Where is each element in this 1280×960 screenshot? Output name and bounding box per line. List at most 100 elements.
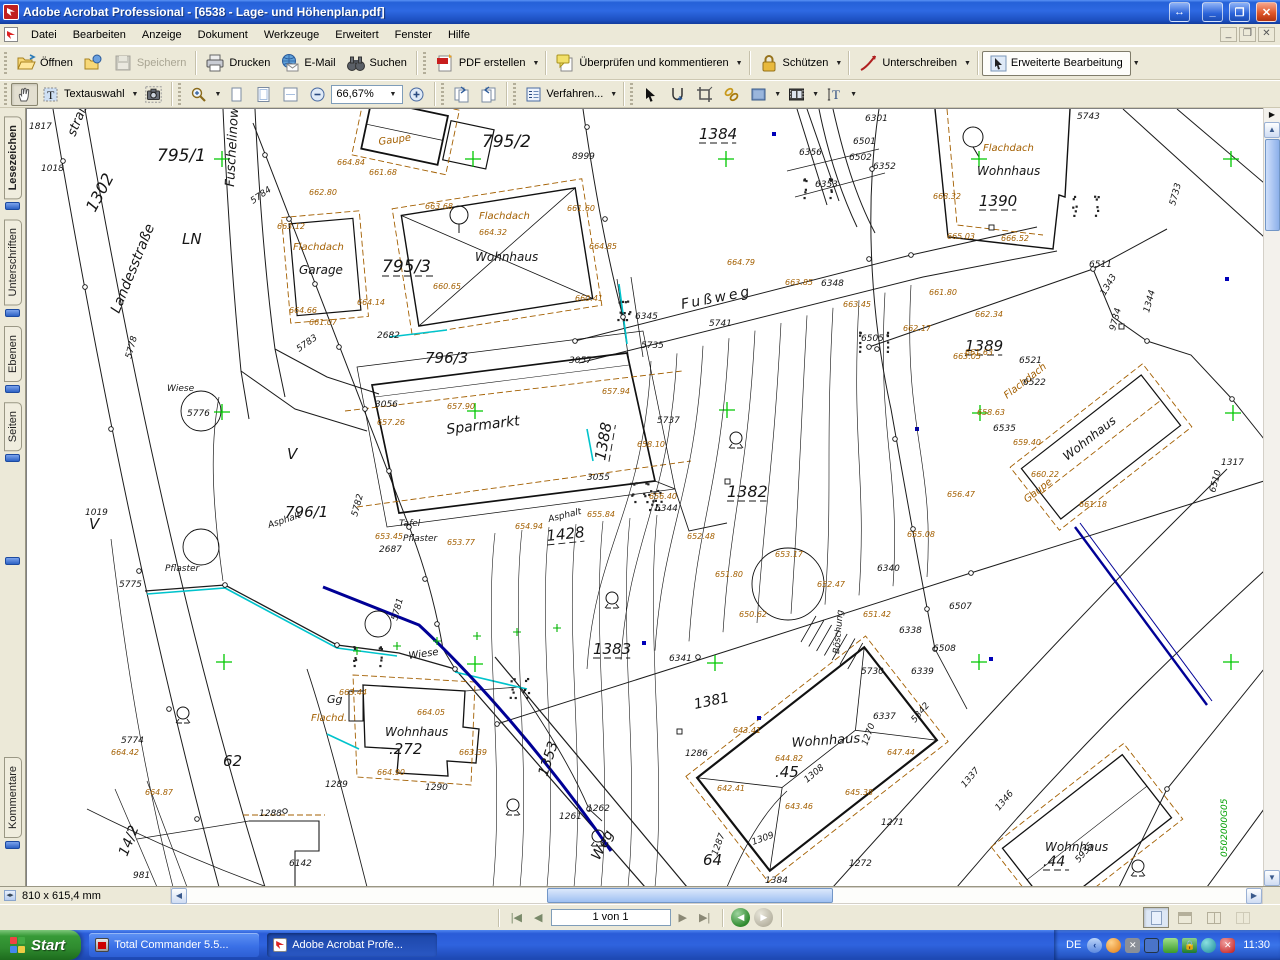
sign-dropdown[interactable]: ▼ [962,58,973,69]
movie-tool-button[interactable] [783,83,810,106]
zoom-level-dropdown[interactable]: ▼ [387,89,398,100]
previous-view-circle-button[interactable]: ◀ [731,908,750,927]
next-view-circle-button[interactable]: ▶ [754,908,773,927]
toolbar-grip[interactable] [630,83,633,105]
organizer-button[interactable] [78,50,108,76]
taskbar-item-total-commander[interactable]: Total Commander 5.5... [89,933,259,957]
menu-item-bearbeiten[interactable]: Bearbeiten [65,26,134,44]
select-object-button[interactable] [637,83,664,106]
create-pdf-button[interactable]: PDF erstellen [430,50,531,76]
sidebar-tab-lesezeichen[interactable]: Lesezeichen [4,116,22,199]
pane-splitter-icon[interactable]: ◂▸ [4,890,16,901]
previous-view-button[interactable] [448,83,475,106]
process-button[interactable]: Verfahren... [520,83,608,106]
horizontal-scroll-track[interactable] [187,888,1246,903]
tab-grip[interactable] [5,202,20,210]
open-button[interactable]: Öffnen [11,50,78,76]
hide-icons-chevron[interactable]: ‹ [1087,938,1102,953]
vertical-scrollbar[interactable]: ▶ ▲ ▼ [1263,108,1280,886]
review-comment-button[interactable]: Überprüfen und kommentieren [550,50,733,76]
next-page-button[interactable]: ▶ [675,910,691,925]
page-number-field[interactable]: 1 von 1 [551,909,671,926]
site-plan-page[interactable]: 795/11302795/21384795/3796/313881382796/… [27,109,1263,886]
email-button[interactable]: E-Mail [275,50,340,76]
next-view-button[interactable] [475,83,502,106]
save-button[interactable]: Speichern [108,50,192,76]
single-page-layout-button[interactable] [1143,907,1169,928]
touchup-text-dropdown[interactable]: ▼ [848,89,859,100]
taskbar-item-acrobat[interactable]: Adobe Acrobat Profe... [267,933,437,957]
tray-icon-update[interactable] [1201,938,1216,953]
document-viewport[interactable]: 795/11302795/21384795/3796/313881382796/… [26,108,1263,886]
text-select-dropdown[interactable]: ▼ [130,89,141,100]
tab-grip[interactable] [5,454,20,462]
toolbar-grip[interactable] [423,52,426,74]
mdi-restore-button[interactable]: ❐ [1239,27,1256,42]
actual-size-button[interactable] [223,83,250,106]
toolbar-grip[interactable] [4,52,7,74]
toolbar-overflow-icon[interactable]: ▶ [1265,108,1280,122]
title-bar[interactable]: Adobe Acrobat Professional - [6538 - Lag… [0,0,1280,24]
sidebar-tab-kommentare[interactable]: Kommentare [4,757,22,838]
fit-page-button[interactable] [250,83,277,106]
search-button[interactable]: Suchen [341,50,412,76]
scroll-up-button[interactable]: ▲ [1264,122,1280,138]
protect-dropdown[interactable]: ▼ [833,58,844,69]
previous-page-button[interactable]: ◀ [530,910,546,925]
advanced-editing-dropdown[interactable]: ▼ [1131,58,1142,69]
close-button[interactable]: ✕ [1256,2,1277,22]
tray-icon-orange[interactable] [1106,938,1121,953]
create-pdf-dropdown[interactable]: ▼ [530,58,541,69]
vertical-scroll-thumb[interactable] [1265,139,1280,231]
tab-grip[interactable] [5,841,20,849]
toolbar-grip[interactable] [178,83,181,105]
mdi-close-button[interactable]: ✕ [1258,27,1275,42]
last-page-button[interactable]: ▶| [695,910,714,925]
sign-button[interactable]: Unterschreiben [853,50,962,76]
menu-item-werkzeuge[interactable]: Werkzeuge [256,26,327,44]
scroll-right-button[interactable]: ▶ [1246,888,1262,904]
continuous-layout-button[interactable] [1172,907,1198,928]
sidebar-tab-unterschriften[interactable]: Unterschriften [4,219,22,305]
zoom-tool-button[interactable] [185,83,212,106]
menu-item-anzeige[interactable]: Anzeige [134,26,190,44]
tab-grip[interactable] [5,557,20,565]
tray-icon-shield-lock[interactable]: 🔒 [1182,938,1197,953]
window-arrows-button[interactable]: ↔ [1169,2,1190,22]
menu-item-fenster[interactable]: Fenster [387,26,440,44]
text-select-button[interactable]: T Textauswahl [38,83,130,106]
menu-item-erweitert[interactable]: Erweitert [327,26,386,44]
continuous-facing-layout-button[interactable] [1201,907,1227,928]
zoom-out-button[interactable] [304,83,331,106]
print-button[interactable]: Drucken [200,50,275,76]
menu-item-dokument[interactable]: Dokument [190,26,256,44]
minimize-button[interactable]: _ [1202,2,1223,22]
tray-icon-network[interactable] [1144,938,1159,953]
zoom-tool-dropdown[interactable]: ▼ [212,89,223,100]
tab-grip[interactable] [5,309,20,317]
language-indicator[interactable]: DE [1066,939,1083,951]
form-field-button[interactable] [745,83,772,106]
tab-grip[interactable] [5,385,20,393]
movie-tool-dropdown[interactable]: ▼ [810,89,821,100]
touchup-text-button[interactable]: T [821,83,848,106]
zoom-in-button[interactable] [403,83,430,106]
menu-item-hilfe[interactable]: Hilfe [440,26,478,44]
snapshot-button[interactable] [140,83,167,106]
link-tool-button[interactable] [718,83,745,106]
toolbar-grip[interactable] [513,83,516,105]
facing-layout-button[interactable] [1230,907,1256,928]
zoom-level-combo[interactable]: 66,67% ▼ [331,85,403,104]
restore-button[interactable]: ❐ [1229,2,1250,22]
horizontal-scroll-thumb[interactable] [547,888,833,903]
first-page-button[interactable]: |◀ [507,910,526,925]
tray-icon-gear-error[interactable]: ✕ [1125,938,1140,953]
scroll-down-button[interactable]: ▼ [1264,870,1280,886]
process-dropdown[interactable]: ▼ [608,89,619,100]
hand-tool-button[interactable] [11,83,38,106]
mdi-minimize-button[interactable]: _ [1220,27,1237,42]
article-tool-button[interactable] [664,83,691,106]
fit-width-button[interactable] [277,83,304,106]
tray-icon-usb[interactable] [1163,938,1178,953]
advanced-editing-button[interactable]: Erweiterte Bearbeitung [982,51,1131,76]
